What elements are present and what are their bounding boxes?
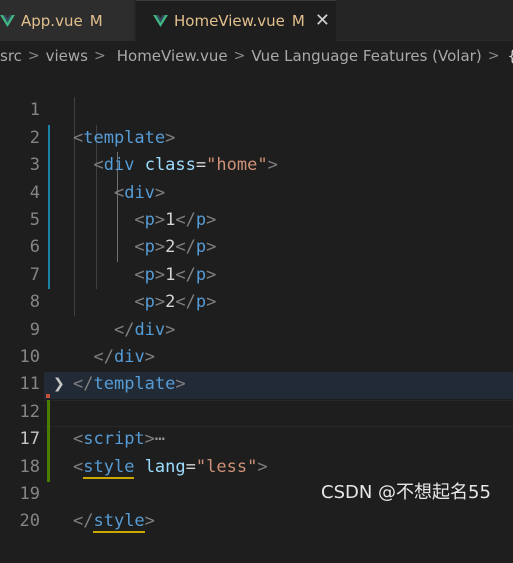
- code-line: 17 <style lang="less">: [0, 399, 513, 479]
- code-token: style: [93, 511, 145, 534]
- code-line: 4 <p>1</p>: [0, 152, 513, 230]
- code-line: 5 <p>2</p>: [0, 180, 513, 257]
- code-line: 3 <div>: [0, 125, 513, 202]
- tab-label: App.vue: [21, 11, 83, 30]
- code-editor[interactable]: ❯ 1 <template> 2 <div class="home"> 3 <d…: [0, 70, 513, 534]
- chevron-right-icon: >: [27, 48, 40, 64]
- breadcrumb-item-views[interactable]: views: [46, 47, 88, 65]
- breadcrumb: src > views > HomeView.vue > Vue Languag…: [0, 42, 513, 70]
- code-line: 19 </style>: [0, 454, 513, 534]
- watermark: CSDN @不想起名55: [321, 482, 491, 503]
- vue-file-icon: [0, 15, 15, 27]
- line-number: 20: [19, 511, 40, 532]
- code-line: 12 <script>⋯: [0, 371, 513, 449]
- code-line: 1 <template>: [0, 70, 513, 147]
- code-token: </: [73, 511, 94, 532]
- chevron-right-icon: >: [233, 48, 246, 64]
- code-line: 9 </div>: [0, 289, 513, 367]
- code-line: 7 <p>2</p>: [0, 234, 513, 312]
- breadcrumb-item-language[interactable]: Vue Language Features (Volar): [251, 47, 481, 65]
- chevron-right-icon: >: [94, 48, 106, 64]
- breadcrumb-item-src[interactable]: src: [0, 47, 22, 65]
- tab-app-vue[interactable]: App.vue M: [0, 0, 135, 41]
- code-line: 6 <p>1</p>: [0, 207, 513, 284]
- code-line: 8 </div>: [0, 262, 513, 339]
- breadcrumb-item-file[interactable]: HomeView.vue: [117, 47, 228, 65]
- tab-bar: App.vue M HomeView.vue M ✕: [0, 0, 513, 41]
- code-line: 10 </template>: [0, 317, 513, 394]
- tab-homeview-vue[interactable]: HomeView.vue M ✕: [136, 0, 336, 41]
- close-icon[interactable]: ✕: [315, 12, 330, 30]
- code-line: 11: [0, 344, 513, 394]
- vue-file-icon: [153, 15, 168, 27]
- modified-badge: M: [89, 11, 103, 30]
- code-token: >: [144, 511, 155, 532]
- code-line: 2 <div class="home">: [0, 97, 513, 175]
- code-line: 18: [0, 426, 513, 477]
- tab-label: HomeView.vue: [174, 12, 285, 30]
- chevron-right-icon: >: [487, 48, 500, 64]
- modified-badge: M: [291, 12, 305, 30]
- braces-icon[interactable]: {}: [507, 47, 513, 65]
